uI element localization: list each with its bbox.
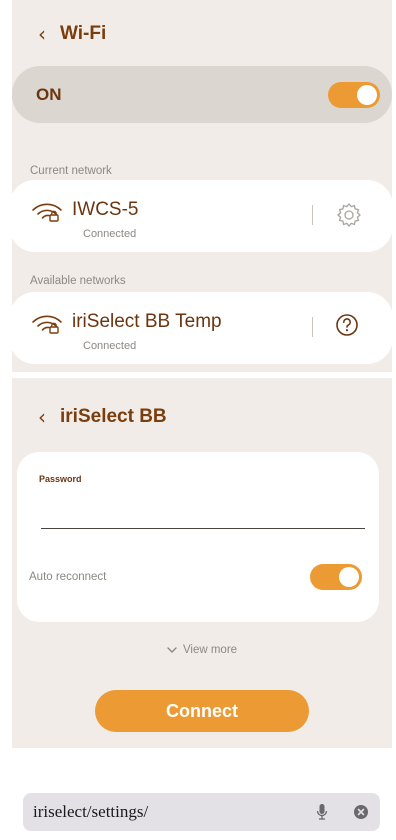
back-chevron-icon[interactable]: ‹ [38, 24, 60, 44]
chevron-down-icon [167, 646, 177, 653]
microphone-icon[interactable] [316, 803, 328, 826]
back-chevron-icon[interactable]: ‹ [38, 407, 60, 427]
current-network-card[interactable]: IWCS-5 Connected [12, 180, 392, 252]
card-divider [312, 205, 313, 225]
available-networks-label: Available networks [30, 275, 126, 287]
available-network-ssid: iriSelect BB Temp [72, 311, 222, 332]
auto-reconnect-label: Auto reconnect [29, 571, 107, 583]
clear-icon[interactable] [354, 805, 368, 824]
password-field[interactable] [41, 528, 365, 529]
current-network-label: Current network [30, 165, 112, 177]
view-more-label: View more [182, 644, 238, 656]
wifi-locked-icon [30, 312, 64, 339]
wifi-header: ‹ Wi-Fi [38, 19, 106, 49]
browser-address-bar[interactable]: iriselect/settings/ [23, 793, 380, 831]
help-circle-icon[interactable] [335, 313, 359, 342]
current-network-status: Connected [83, 228, 137, 240]
page-title: Wi-Fi [60, 23, 107, 44]
network-detail-panel: ‹ iriSelect BB Password Auto reconnect V… [12, 378, 392, 748]
wifi-settings-panel: ‹ Wi-Fi ON Current network IWCS-5 Connec… [12, 0, 392, 372]
card-divider [312, 317, 313, 337]
available-network-status: Connected [83, 340, 137, 352]
wifi-locked-icon [30, 200, 64, 227]
toggle-knob [339, 567, 359, 587]
wifi-toggle-switch[interactable] [328, 82, 380, 108]
connect-form-card: Password Auto reconnect [17, 452, 379, 622]
network-detail-title: iriSelect BB [60, 406, 167, 427]
gear-icon[interactable] [335, 201, 363, 234]
wifi-toggle-label: ON [36, 84, 62, 104]
password-label: Password [39, 474, 82, 484]
current-network-ssid: IWCS-5 [72, 199, 139, 220]
connect-button[interactable]: Connect [95, 690, 309, 732]
network-detail-header: ‹ iriSelect BB [38, 402, 167, 432]
auto-reconnect-toggle[interactable] [310, 564, 362, 590]
view-more-link[interactable]: View more [12, 644, 392, 656]
wifi-toggle-row[interactable]: ON [12, 66, 392, 123]
available-network-card[interactable]: iriSelect BB Temp Connected [12, 292, 392, 364]
url-text[interactable]: iriselect/settings/ [33, 802, 148, 822]
toggle-knob [357, 85, 377, 105]
